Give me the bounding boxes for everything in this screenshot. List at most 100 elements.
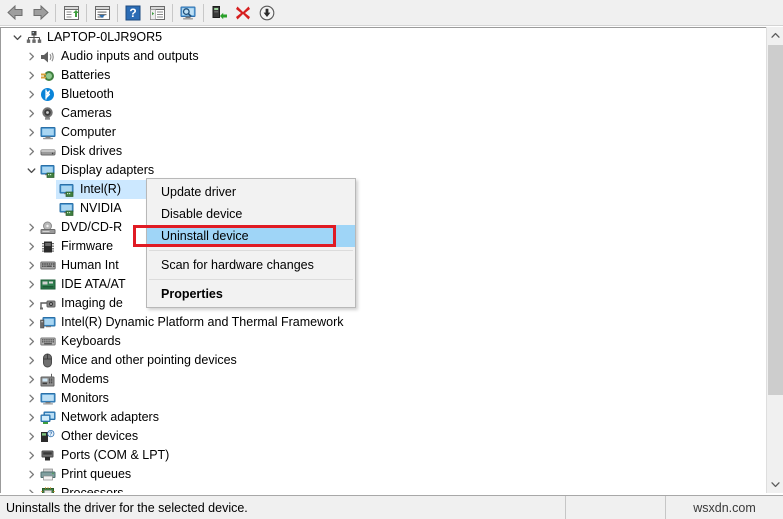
chevron-right-icon[interactable]: [23, 256, 39, 275]
svg-text:?: ?: [49, 431, 52, 437]
chevron-right-icon[interactable]: [23, 484, 39, 493]
scroll-up-button[interactable]: [767, 27, 783, 44]
scan-hardware-changes-button[interactable]: [176, 2, 200, 24]
status-message: Uninstalls the driver for the selected d…: [0, 496, 566, 519]
chevron-right-icon[interactable]: [23, 427, 39, 446]
context-menu-separator-2: [149, 279, 353, 280]
chevron-right-icon[interactable]: [23, 104, 39, 123]
tree-item-label: Computer: [61, 125, 116, 139]
tree-item-imaging-devices[interactable]: Imaging de: [1, 294, 758, 313]
forward-button[interactable]: [28, 2, 52, 24]
chevron-right-icon[interactable]: [23, 408, 39, 427]
up-one-level-button[interactable]: [59, 2, 83, 24]
watermark: wsxdn.com: [693, 500, 756, 515]
scroll-down-button[interactable]: [767, 476, 783, 493]
chevron-right-icon[interactable]: [23, 332, 39, 351]
scrollbar-thumb[interactable]: [768, 45, 783, 395]
tree-item-cameras[interactable]: Cameras: [1, 104, 758, 123]
tree-item-firmware[interactable]: Firmware: [1, 237, 758, 256]
toolbar: ?: [0, 0, 783, 26]
chevron-down-icon[interactable]: [9, 28, 25, 47]
tree-item-label: Other devices: [61, 429, 139, 443]
context-menu-item-disable-device[interactable]: Disable device: [147, 203, 355, 225]
context-menu-item-update-driver[interactable]: Update driver: [147, 181, 355, 203]
firmware-chip-icon: [39, 238, 56, 255]
chevron-right-icon[interactable]: [23, 351, 39, 370]
tree-item-label: Intel(R): [80, 182, 121, 196]
disk-drive-icon: [39, 143, 56, 160]
tree-item-nvidia-display-adapter[interactable]: NVIDIA: [1, 199, 758, 218]
help-button[interactable]: ?: [121, 2, 145, 24]
tree-item-processors[interactable]: Processors: [1, 484, 758, 493]
tree-item-human-interface-devices[interactable]: Human Int: [1, 256, 758, 275]
tree-item-network-adapters[interactable]: Network adapters: [1, 408, 758, 427]
computer-icon: [39, 314, 56, 331]
tree-item-mice-and-other-pointing-devices[interactable]: Mice and other pointing devices: [1, 351, 758, 370]
tree-item-disk-drives[interactable]: Disk drives: [1, 142, 758, 161]
display-adapter-icon: [58, 181, 75, 198]
chevron-right-icon[interactable]: [23, 85, 39, 104]
svg-text:?: ?: [129, 6, 136, 20]
chevron-right-icon[interactable]: [23, 237, 39, 256]
battery-icon: [39, 67, 56, 84]
toolbar-separator-2: [86, 3, 87, 22]
properties-button[interactable]: [90, 2, 114, 24]
context-menu-separator-1: [149, 250, 353, 251]
chevron-right-icon[interactable]: [23, 294, 39, 313]
tree-item-ide-ata-atapi-controllers[interactable]: IDE ATA/AT: [1, 275, 758, 294]
chevron-right-icon[interactable]: [23, 370, 39, 389]
tree-item-label: Intel(R) Dynamic Platform and Thermal Fr…: [61, 315, 344, 329]
chevron-right-icon[interactable]: [23, 142, 39, 161]
device-context-menu[interactable]: Update driver Disable device Uninstall d…: [146, 178, 356, 308]
tree-item-batteries[interactable]: Batteries: [1, 66, 758, 85]
tree-item-ports-com-and-lpt[interactable]: Ports (COM & LPT): [1, 446, 758, 465]
device-tree-pane[interactable]: LAPTOP-0LJR9OR5 Audio inputs and outputs: [0, 27, 783, 493]
chevron-down-icon[interactable]: [23, 161, 39, 180]
disable-device-button[interactable]: [255, 2, 279, 24]
tree-item-modems[interactable]: Modems: [1, 370, 758, 389]
tree-item-display-adapters[interactable]: Display adapters: [1, 161, 758, 180]
tree-item-label: Imaging de: [61, 296, 123, 310]
tree-item-other-devices[interactable]: ? Other devices: [1, 427, 758, 446]
tree-root-row[interactable]: LAPTOP-0LJR9OR5: [1, 28, 758, 47]
chevron-right-icon[interactable]: [23, 389, 39, 408]
forward-arrow-icon: [33, 5, 49, 20]
chevron-right-icon[interactable]: [23, 446, 39, 465]
port-icon: [39, 447, 56, 464]
other-device-question-icon: ?: [39, 428, 56, 445]
toolbar-separator-1: [55, 3, 56, 22]
chevron-right-icon[interactable]: [23, 465, 39, 484]
context-menu-item-properties[interactable]: Properties: [147, 283, 355, 305]
chevron-right-icon[interactable]: [23, 275, 39, 294]
tree-item-bluetooth[interactable]: Bluetooth: [1, 85, 758, 104]
network-adapter-icon: [39, 409, 56, 426]
tree-item-monitors[interactable]: Monitors: [1, 389, 758, 408]
chevron-right-icon[interactable]: [23, 66, 39, 85]
tree-item-audio-inputs-and-outputs[interactable]: Audio inputs and outputs: [1, 47, 758, 66]
context-menu-item-uninstall-device[interactable]: Uninstall device: [147, 225, 355, 247]
ide-controller-icon: [39, 276, 56, 293]
tree-item-label: Display adapters: [61, 163, 155, 177]
update-driver-button[interactable]: [207, 2, 231, 24]
device-tree-list[interactable]: LAPTOP-0LJR9OR5 Audio inputs and outputs: [1, 28, 758, 493]
chevron-right-icon[interactable]: [23, 47, 39, 66]
chevron-right-icon[interactable]: [23, 218, 39, 237]
properties-icon: [94, 5, 110, 20]
back-button[interactable]: [4, 2, 28, 24]
tree-item-intel-dynamic-platform-thermal-framework[interactable]: Intel(R) Dynamic Platform and Thermal Fr…: [1, 313, 758, 332]
tree-item-dvd-cd-rom-drives[interactable]: DVD/CD-R: [1, 218, 758, 237]
window-list-icon: [63, 5, 79, 20]
chevron-right-icon[interactable]: [23, 313, 39, 332]
tree-item-label: Keyboards: [61, 334, 121, 348]
tree-item-print-queues[interactable]: Print queues: [1, 465, 758, 484]
tree-item-label: Audio inputs and outputs: [61, 49, 199, 63]
tree-item-keyboards[interactable]: Keyboards: [1, 332, 758, 351]
show-hide-console-tree-button[interactable]: [145, 2, 169, 24]
computer-node-icon: [25, 29, 42, 46]
uninstall-device-button[interactable]: [231, 2, 255, 24]
tree-item-computer[interactable]: Computer: [1, 123, 758, 142]
chevron-right-icon[interactable]: [23, 123, 39, 142]
context-menu-item-scan-for-hardware-changes[interactable]: Scan for hardware changes: [147, 254, 355, 276]
tree-vertical-scrollbar[interactable]: [766, 27, 783, 493]
tree-item-intel-display-adapter[interactable]: Intel(R): [1, 180, 758, 199]
